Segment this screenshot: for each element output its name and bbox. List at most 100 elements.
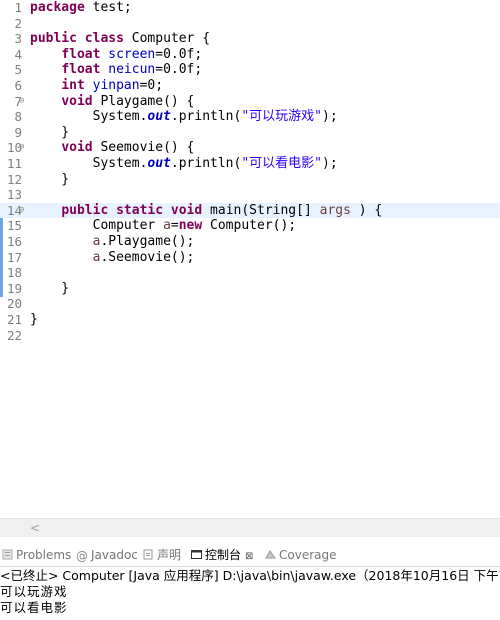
code-token: .println(	[170, 109, 242, 125]
code-token: =0.0f;	[155, 46, 203, 62]
code-line[interactable]: 4 float screen=0.0f;	[0, 47, 500, 63]
code-token: a	[163, 218, 171, 234]
code-token: "可以玩游戏"	[241, 109, 322, 125]
code-line[interactable]: 16 a.Playgame();	[0, 234, 500, 250]
tab-coverage-label: Coverage	[279, 548, 337, 562]
line-number: 11	[6, 156, 22, 171]
code-line[interactable]: 5 float neicun=0.0f;	[0, 62, 500, 78]
code-line[interactable]: 3 public class Computer {	[0, 31, 500, 47]
line-number: 21	[6, 312, 22, 327]
console-output-line: 可以看电影	[0, 600, 68, 615]
code-token: System.	[30, 156, 148, 171]
code-token: public	[30, 31, 77, 47]
line-number: 4	[14, 46, 22, 62]
code-line[interactable]: 7 ⊖ void Playgame() {	[0, 94, 500, 110]
code-line[interactable]: 20	[0, 296, 500, 312]
code-text: a.Seemovie();	[30, 250, 195, 266]
code-line[interactable]: 14 ⊖ public static void main(String[] arg…	[0, 202, 500, 219]
code-text: }	[30, 125, 69, 141]
view-tab-bar: Problems @ Javadoc 声明 控制台 ⊠ Coverage	[0, 544, 500, 567]
code-line[interactable]: 18	[0, 265, 500, 281]
code-line[interactable]: 21}	[0, 312, 500, 328]
fold-collapse-icon[interactable]: ⊖	[19, 203, 24, 219]
line-number: 12	[6, 171, 22, 187]
code-line[interactable]: 19 }	[0, 281, 500, 297]
line-number: 17	[6, 249, 22, 265]
code-text: System.out.println("可以玩游戏");	[30, 109, 338, 125]
line-number: 5	[14, 62, 22, 78]
close-icon[interactable]: ⊠	[245, 551, 253, 562]
declaration-icon	[143, 548, 154, 560]
code-token: out	[147, 156, 171, 171]
tab-javadoc[interactable]: @ Javadoc	[76, 547, 138, 563]
code-token: Playgame() {	[92, 93, 195, 109]
code-token: System.	[30, 109, 148, 125]
problems-icon	[2, 548, 13, 560]
code-text: int yinpan=0;	[30, 78, 163, 94]
code-line[interactable]: 13	[0, 187, 500, 203]
code-token: args	[319, 202, 351, 218]
code-token: );	[322, 109, 338, 125]
scroll-left-icon[interactable]: <	[30, 521, 40, 535]
code-line[interactable]: 6 int yinpan=0;	[0, 78, 500, 94]
code-token: float	[61, 62, 101, 78]
code-token: void	[170, 202, 203, 218]
code-text: }	[30, 312, 38, 328]
console-output-line: 可以玩游戏	[0, 584, 68, 599]
code-token: out	[147, 109, 171, 125]
code-token: screen	[108, 46, 156, 62]
code-token: void	[61, 140, 93, 156]
code-line[interactable]: 17 a.Seemovie();	[0, 250, 500, 266]
tab-declaration[interactable]: 声明	[143, 547, 181, 563]
code-line[interactable]: 8 System.out.println("可以玩游戏");	[0, 109, 500, 125]
code-line[interactable]: 22	[0, 328, 500, 344]
tab-console-label: 控制台	[205, 548, 242, 562]
code-text: package test;	[30, 0, 132, 16]
code-line[interactable]: 2	[0, 16, 500, 32]
code-line[interactable]: 9 }	[0, 125, 500, 141]
code-text: void Seemovie() {	[30, 140, 194, 156]
fold-collapse-icon[interactable]: ⊖	[19, 94, 24, 110]
code-token: =	[170, 218, 179, 234]
code-token: "可以看电影"	[241, 156, 322, 171]
code-line[interactable]: 1 package test;	[0, 0, 500, 16]
fold-collapse-icon[interactable]: ⊖	[19, 140, 24, 156]
tab-coverage[interactable]: Coverage	[265, 547, 337, 563]
code-editor[interactable]: 1 package test; 2 3 public class Computer {4…	[0, 0, 500, 518]
code-token: );	[322, 156, 338, 171]
code-token: =0.0f;	[155, 62, 203, 78]
tab-problems-label: Problems	[16, 548, 72, 562]
code-token: ) {	[350, 202, 383, 218]
code-token: }	[30, 124, 70, 140]
line-number: 15	[6, 218, 22, 234]
code-token: neicun	[108, 62, 156, 78]
code-token: Seemovie() {	[92, 140, 195, 156]
code-line[interactable]: 12 }	[0, 172, 500, 188]
code-text: }	[30, 281, 69, 297]
tab-problems[interactable]: Problems	[2, 547, 71, 563]
line-number: 13	[6, 187, 22, 203]
code-token: =0;	[139, 78, 164, 93]
coverage-icon	[265, 548, 276, 559]
tab-javadoc-label: Javadoc	[91, 548, 138, 562]
line-number: 8	[14, 109, 22, 125]
code-token: main(String[]	[202, 202, 320, 218]
code-token: new	[178, 218, 203, 234]
code-line[interactable]: 11 System.out.println("可以看电影");	[0, 156, 500, 172]
code-token: public	[61, 202, 109, 218]
code-token: }	[30, 171, 70, 187]
tab-console[interactable]: 控制台 ⊠	[191, 547, 253, 563]
code-line[interactable]: 10 ⊖ void Seemovie() {	[0, 140, 500, 156]
code-line[interactable]: 15 Computer a=new Computer();	[0, 218, 500, 234]
line-number: 22	[6, 327, 22, 343]
horizontal-scrollbar[interactable]: <	[0, 518, 500, 537]
line-number: 16	[6, 234, 22, 249]
code-text: a.Playgame();	[30, 234, 195, 250]
